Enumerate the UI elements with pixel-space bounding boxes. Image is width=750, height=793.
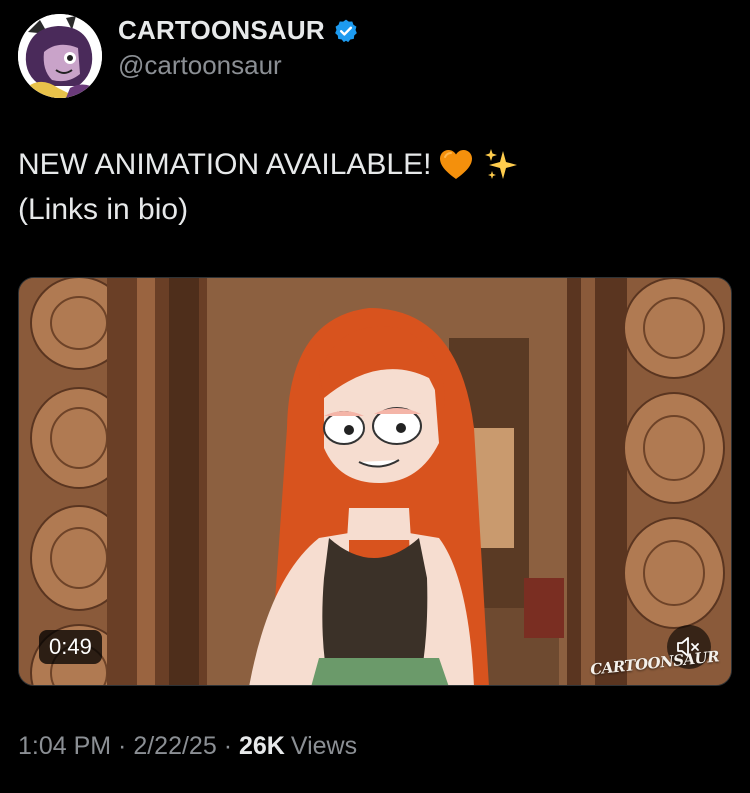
video-duration: 0:49 [39, 630, 102, 664]
views-count[interactable]: 26K [239, 732, 285, 761]
verified-badge-icon [335, 19, 357, 42]
tweet-line-2-text: (Links in bio) [18, 193, 189, 226]
meta-separator-1: · [111, 732, 134, 760]
sparkles-icon [485, 148, 518, 179]
tweet-text: NEW ANIMATION AVAILABLE! (Links in bio) [18, 142, 732, 232]
orange-heart-icon [440, 149, 473, 179]
tweet-line-1-text: NEW ANIMATION AVAILABLE! [18, 148, 432, 181]
avatar[interactable] [18, 14, 102, 98]
tweet-line-1: NEW ANIMATION AVAILABLE! [18, 142, 732, 187]
tweet-line-2: (Links in bio) [18, 187, 732, 232]
avatar-image [18, 14, 102, 98]
views-label: Views [290, 732, 358, 760]
right-log-wall [623, 278, 731, 685]
video-player[interactable]: 0:49 CARTOONSAUR [18, 277, 732, 686]
tweet-meta: 1:04 PM · 2/22/25 · 26K Views [18, 732, 357, 761]
video-frame [19, 278, 731, 685]
tweet-header: CARTOONSAUR @cartoonsaur [18, 14, 359, 98]
meta-separator-2: · [216, 732, 239, 760]
tweet-time[interactable]: 1:04 PM [18, 732, 111, 761]
handle[interactable]: @cartoonsaur [118, 50, 359, 81]
tweet-date[interactable]: 2/22/25 [133, 732, 216, 761]
author-names: CARTOONSAUR @cartoonsaur [118, 15, 359, 81]
display-name-row[interactable]: CARTOONSAUR [118, 15, 359, 46]
display-name[interactable]: CARTOONSAUR [118, 15, 325, 46]
